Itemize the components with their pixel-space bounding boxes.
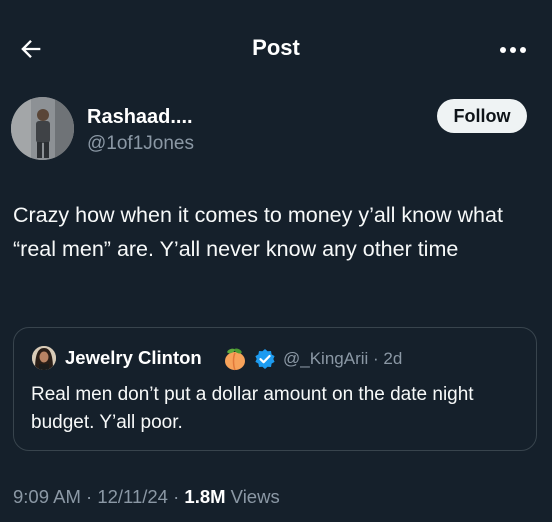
peach-emoji-icon xyxy=(223,347,247,371)
author-name[interactable]: Rashaad.... xyxy=(87,106,193,129)
author-handle[interactable]: @1of1Jones xyxy=(87,133,194,155)
post-metadata: 9:09 AM · 12/11/24 · 1.8M Views xyxy=(13,486,280,508)
post-text: Crazy how when it comes to money y’all k… xyxy=(13,203,503,261)
follow-button[interactable]: Follow xyxy=(437,99,527,133)
more-horizontal-icon xyxy=(500,47,526,53)
post-timestamp: 9:09 AM · 12/11/24 · xyxy=(13,486,185,507)
quoted-post-age: · 2d xyxy=(368,349,403,368)
quoted-post[interactable]: Jewelry Clinton @_KingArii · 2d Real men… xyxy=(13,327,537,451)
quoted-author-name: Jewelry Clinton xyxy=(65,347,202,368)
views-count[interactable]: 1.8M xyxy=(184,486,225,507)
views-label: Views xyxy=(225,486,280,507)
quoted-handle-text: @_KingArii xyxy=(283,349,369,368)
quoted-author-avatar xyxy=(32,346,56,370)
quoted-author-handle: @_KingArii · 2d xyxy=(283,349,402,369)
quoted-avatar-photo xyxy=(32,346,56,370)
page-title: Post xyxy=(252,35,300,60)
quoted-post-text: Real men don’t put a dollar amount on th… xyxy=(31,384,474,433)
top-bar: Post xyxy=(0,0,552,96)
author-avatar[interactable] xyxy=(11,97,74,160)
verified-badge-icon xyxy=(254,348,276,370)
avatar-photo xyxy=(11,97,74,160)
more-options-button[interactable] xyxy=(496,40,530,60)
